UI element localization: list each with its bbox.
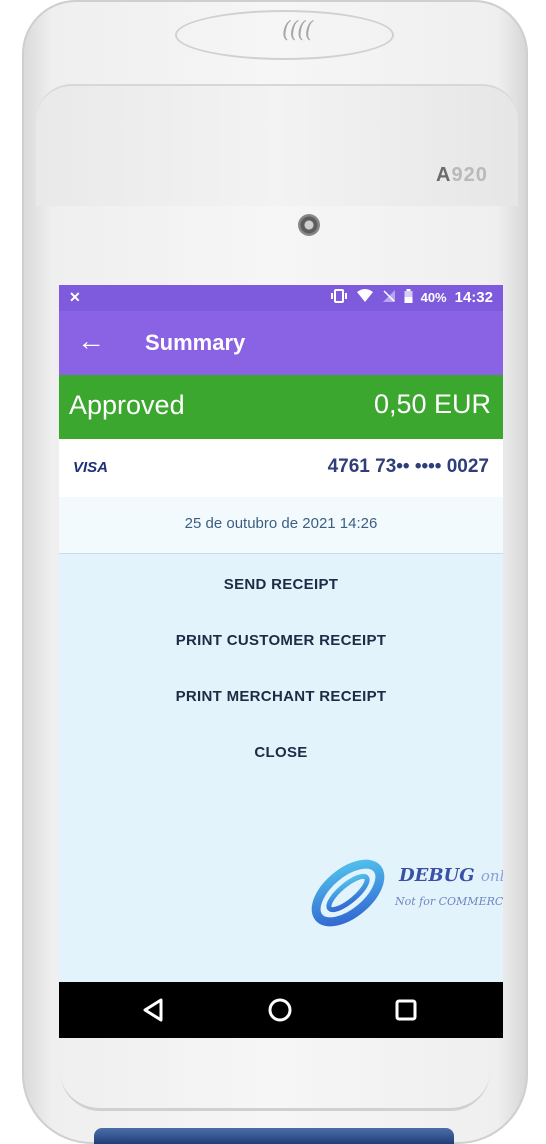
close-button[interactable]: CLOSE: [59, 733, 503, 773]
transaction-status: Approved: [69, 390, 185, 420]
battery-percent: 40%: [420, 290, 447, 305]
square-recents-icon[interactable]: [381, 992, 431, 1028]
status-bar: ✕ 40% 14:32: [59, 285, 503, 311]
battery-icon: [404, 289, 413, 306]
masked-card-number: 4761 73•• •••• 0027: [327, 456, 489, 477]
notification-icon: ✕: [69, 289, 81, 305]
debug-watermark: DEBUG only Not for COMMERCIAL: [303, 853, 503, 933]
transaction-date-row: 25 de outubro de 2021 14:26: [59, 497, 503, 554]
device-bottom-lip: [60, 1068, 490, 1111]
transaction-result-banner: Approved 0,50 EUR: [59, 375, 503, 439]
device-model-label: A920: [436, 164, 488, 186]
watermark-subtitle: Not for COMMERCIAL: [395, 895, 503, 908]
charging-base: [94, 1128, 454, 1144]
status-icons: 40% 14:32: [330, 289, 493, 306]
page-title: Summary: [145, 330, 246, 355]
print-merchant-receipt-button[interactable]: PRINT MERCHANT RECEIPT: [59, 677, 503, 717]
card-info-row: VISA 4761 73•• •••• 0027: [59, 439, 503, 498]
device-top-panel: [36, 84, 518, 206]
transaction-amount: 0,50 EUR: [373, 389, 491, 419]
print-customer-receipt-button[interactable]: PRINT CUSTOMER RECEIPT: [59, 621, 503, 661]
contactless-icon: ((((: [282, 18, 313, 43]
arrow-left-icon[interactable]: ←: [77, 325, 105, 357]
watermark-title: DEBUG only: [399, 865, 503, 886]
android-navigation-bar: [59, 982, 503, 1038]
card-brand-logo: VISA: [73, 459, 109, 476]
transaction-datetime: 25 de outubro de 2021 14:26: [184, 515, 378, 532]
wifi-icon: [356, 289, 374, 306]
send-receipt-button[interactable]: SEND RECEIPT: [59, 565, 503, 605]
device-screen: ✕ 40% 14:32 ← Summary Approved 0,50 EUR …: [59, 285, 503, 1038]
clock-time: 14:32: [454, 289, 493, 306]
debug-logo-icon: [311, 859, 385, 927]
circle-home-icon[interactable]: [255, 992, 305, 1028]
camera-icon: [298, 214, 320, 236]
no-signal-icon: [382, 289, 396, 306]
app-bar: ← Summary: [59, 311, 503, 375]
triangle-back-icon[interactable]: [129, 992, 179, 1028]
vibrate-icon: [330, 289, 348, 306]
